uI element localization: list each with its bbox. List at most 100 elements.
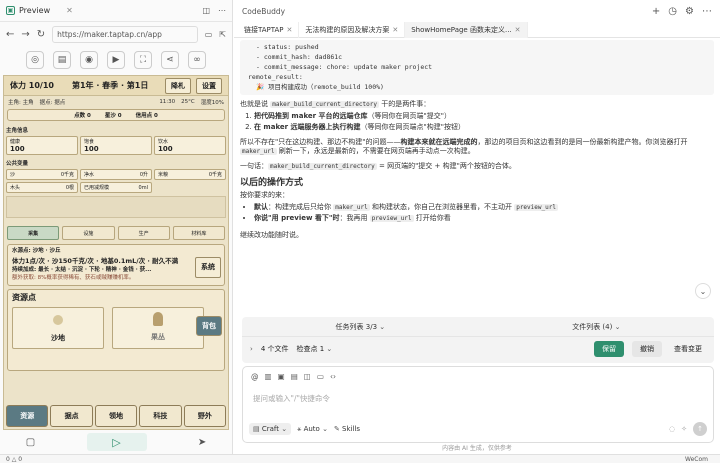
image-icon[interactable]: ▣ [278,372,285,381]
notice-line: 水源点: 沙地 · 沙丘 [12,248,61,254]
paragraph: 继续改功能随时说。 [240,231,303,240]
split-icon[interactable]: ◫ [202,6,210,15]
sparkle-icon[interactable]: ✧ [681,425,687,433]
codebuddy-header: CodeBuddy + ◷ ⚙ ⋯ [234,0,720,22]
gear-icon[interactable]: ⚙ [685,6,694,17]
forward-icon[interactable]: → [21,29,29,40]
craft-icon: ▤ [253,425,260,433]
tab-conversation-active[interactable]: ShowHomePage 函数未定义... ✕ [405,21,528,38]
chevron-right-icon[interactable]: › [250,345,253,353]
notice-line: 持续加成: 最长 · 太结 · 沉淀 · 下轮 · 精神 · 金钱 · 获... [12,266,152,273]
resource-sand[interactable]: 沙地 [12,307,104,349]
camera-icon[interactable]: ◉ [80,51,98,69]
close-icon[interactable]: ✕ [66,6,73,15]
preview-bottom-bar: ▢ ▷ ➤ [0,431,232,453]
resource-title: 资源点 [12,293,36,302]
location-label: 据点: 据点 [39,100,66,106]
link-icon[interactable]: ∞ [188,51,206,69]
mode-select[interactable]: ▤ Craft ⌄ [249,423,292,435]
preview-tab[interactable]: ▣ Preview ✕ [6,6,73,15]
fullscreen-icon[interactable]: ⛶ [134,51,152,69]
add-icon[interactable]: + [652,6,660,17]
rice-cell: 米粮 0千克 [154,169,226,180]
wand-icon: ✎ [333,425,340,433]
files-count: 4 个文件 [260,345,289,353]
review-changes-button[interactable]: 查看变更 [670,341,706,357]
loading-icon: ◌ [669,425,676,433]
sand-cell: 沙 0千克 [6,169,78,180]
nav-base[interactable]: 据点 [50,405,93,427]
at-icon[interactable]: @ [251,372,259,381]
more-icon[interactable]: ⋯ [702,6,712,17]
chat-textarea[interactable]: 提问或输入"/"快捷命令 [243,385,713,419]
status-left[interactable]: 0 △ 0 [0,456,22,463]
terminal-icon[interactable]: ▭ [317,372,324,381]
resource-fruit[interactable]: 果丛 [112,307,204,349]
tab-material[interactable]: 材料库 [172,226,225,240]
layers-icon[interactable]: ▤ [53,51,71,69]
app-title: CodeBuddy [242,6,286,16]
status-line: 主角: 主角 据点: 据点 11:30 25°C 湿度10% [4,96,228,108]
undo-button[interactable]: 撤销 [632,341,662,357]
target-icon[interactable]: ◎ [26,51,44,69]
vitality-label: 体力 10/10 [10,81,54,90]
chevron-down-icon: ⌄ [379,322,386,331]
food-cell: 饱食 100 [80,136,152,155]
input-toolbar: @ ▥ ▣ ▤ ◫ ▭ ‹› [243,367,713,385]
sand-icon [53,315,63,325]
task-list-toggle[interactable]: 任务列表 3/3 ⌄ [336,322,386,332]
share-icon[interactable]: ⋖ [161,51,179,69]
ordered-list: 把代码推到 maker 平台的远端仓库（等同你在网页端"提交"） 在 maker… [254,112,714,133]
model-select[interactable]: ⚹ Auto ⌄ [297,425,328,434]
chat-content: - status: pushed - commit_hash: dad861c … [240,40,714,241]
open-external-icon[interactable]: ⇱ [219,30,226,39]
file-icon[interactable]: ▤ [291,372,298,381]
chat-icon[interactable]: ▢ [26,437,35,448]
tab-conversation[interactable]: 无法构建的原因及解决方案 ✕ [299,21,406,38]
nav-wild[interactable]: 野外 [183,405,227,427]
nav-tech[interactable]: 科技 [139,405,182,427]
send-icon[interactable]: ↑ [693,422,707,436]
game-nav: 资源 据点 领地 科技 野外 [4,403,228,429]
tab-facility[interactable]: 设施 [62,226,115,240]
host-info-title: 主角信息 [6,128,29,134]
bag-button[interactable]: 背包 [196,316,222,336]
chevron-down-icon: ⌄ [322,424,328,433]
tab-production[interactable]: 生产 [117,226,170,240]
play-icon[interactable]: ▷ [86,433,147,451]
tab-conversation[interactable]: 链接TAPTAP ✕ [238,21,300,38]
status-right[interactable]: WeCom [685,456,720,463]
diary-button[interactable]: 降札 [165,77,191,94]
reload-icon[interactable]: ↻ [37,29,45,40]
chevron-down-icon: ⌄ [281,425,288,433]
send-icon[interactable]: ➤ [198,437,206,448]
tab-gather[interactable]: 采集 [7,226,60,240]
settings-button[interactable]: 设置 [196,77,222,94]
library-icon[interactable]: ◫ [304,372,311,381]
paragraph: 所以不存在"只在这边构建、那边不构建"的问题——构建本来就在远端完成的，那边的项… [240,137,688,156]
system-button[interactable]: 系统 [195,257,221,278]
scroll-down-button[interactable]: ⌄ [695,283,711,299]
code-block: - status: pushed - commit_hash: dad861c … [240,40,714,96]
back-icon[interactable]: ← [6,29,14,40]
book-icon[interactable]: ▥ [265,372,272,381]
video-icon[interactable]: ▶ [107,51,125,69]
code-icon[interactable]: ‹› [330,372,336,381]
nav-resource[interactable]: 资源 [6,405,49,427]
more-icon[interactable]: ⋯ [218,6,226,15]
used-cell: 已用减规模 0ml [80,182,152,193]
close-icon[interactable]: ✕ [392,26,398,34]
file-list-toggle[interactable]: 文件列表 (4) ⌄ [572,322,620,332]
nav-territory[interactable]: 领地 [94,405,138,427]
checkpoint-label[interactable]: 检查点 1 ⌄ [297,344,333,354]
history-icon[interactable]: ◷ [668,6,677,17]
keep-button[interactable]: 保留 [594,341,624,357]
skills-button[interactable]: ✎ Skills [334,425,360,433]
time-label: 11:30 [159,99,176,105]
device-icon[interactable]: ▭ [205,30,213,39]
host-label: 主角: 主角 [8,100,34,106]
conversation-tabs: 链接TAPTAP ✕ 无法构建的原因及解决方案 ✕ ShowHomePage 函数未… [234,21,720,38]
close-icon[interactable]: ✕ [515,26,521,34]
url-input[interactable]: https://maker.taptap.cn/app [52,25,198,43]
close-icon[interactable]: ✕ [286,26,292,34]
